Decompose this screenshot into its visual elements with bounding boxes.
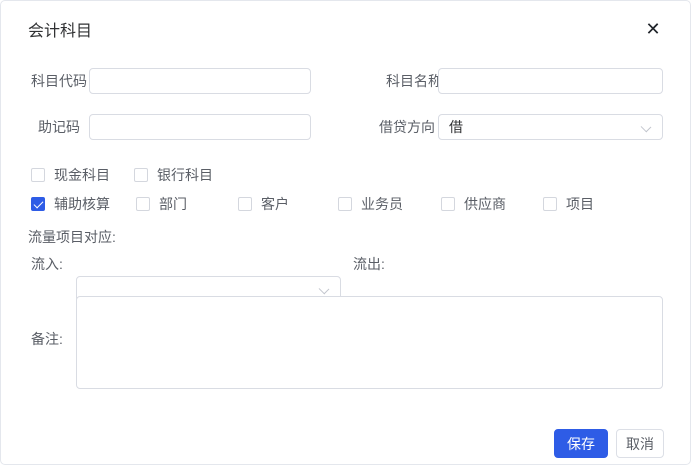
checkbox-supplier[interactable]: 供应商: [441, 196, 506, 212]
checkbox-label: 业务员: [361, 196, 403, 212]
mnemonic-input[interactable]: [89, 114, 311, 140]
checkbox-project[interactable]: 项目: [543, 196, 594, 212]
checkbox-auxiliary-accounting[interactable]: 辅助核算: [31, 196, 110, 212]
chevron-down-icon: [640, 121, 652, 133]
cancel-button[interactable]: 取消: [616, 429, 664, 458]
checkbox-icon: [441, 197, 455, 211]
subject-code-label: 科目代码: [31, 73, 87, 89]
direction-label: 借贷方向: [379, 119, 435, 135]
account-subject-dialog: 会计科目 ✕ 科目代码 科目名称 助记码 借贷方向 借 现金科目 银行科目 辅助…: [0, 0, 691, 465]
checkbox-label: 现金科目: [54, 167, 110, 183]
checkbox-label: 银行科目: [157, 167, 213, 183]
checkbox-label: 供应商: [464, 196, 506, 212]
checkbox-icon: [238, 197, 252, 211]
inflow-label: 流入:: [31, 256, 63, 272]
save-button[interactable]: 保存: [554, 429, 608, 458]
checkbox-icon: [134, 168, 148, 182]
subject-name-label: 科目名称: [386, 73, 442, 89]
direction-select[interactable]: 借: [438, 114, 663, 140]
checkbox-label: 项目: [566, 196, 594, 212]
checkbox-cash-subject[interactable]: 现金科目: [31, 167, 110, 183]
checkbox-icon: [338, 197, 352, 211]
checkbox-icon: [136, 197, 150, 211]
checkbox-icon: [31, 168, 45, 182]
checkbox-label: 客户: [261, 196, 289, 212]
outflow-label: 流出:: [353, 256, 385, 272]
remarks-label: 备注:: [31, 331, 63, 347]
checkbox-icon: [31, 197, 45, 211]
subject-code-input[interactable]: [89, 68, 311, 94]
checkbox-salesperson[interactable]: 业务员: [338, 196, 403, 212]
dialog-title: 会计科目: [28, 23, 93, 40]
close-icon[interactable]: ✕: [642, 18, 664, 40]
checkbox-label: 部门: [159, 196, 187, 212]
checkbox-department[interactable]: 部门: [136, 196, 187, 212]
chevron-down-icon: [318, 283, 330, 295]
checkbox-label: 辅助核算: [54, 196, 110, 212]
flow-section-label: 流量项目对应:: [28, 229, 116, 245]
checkbox-icon: [543, 197, 557, 211]
remarks-textarea[interactable]: [76, 296, 663, 389]
checkbox-customer[interactable]: 客户: [238, 196, 289, 212]
checkbox-bank-subject[interactable]: 银行科目: [134, 167, 213, 183]
direction-selected-value: 借: [449, 119, 463, 135]
subject-name-input[interactable]: [438, 68, 663, 94]
mnemonic-label: 助记码: [38, 119, 80, 135]
